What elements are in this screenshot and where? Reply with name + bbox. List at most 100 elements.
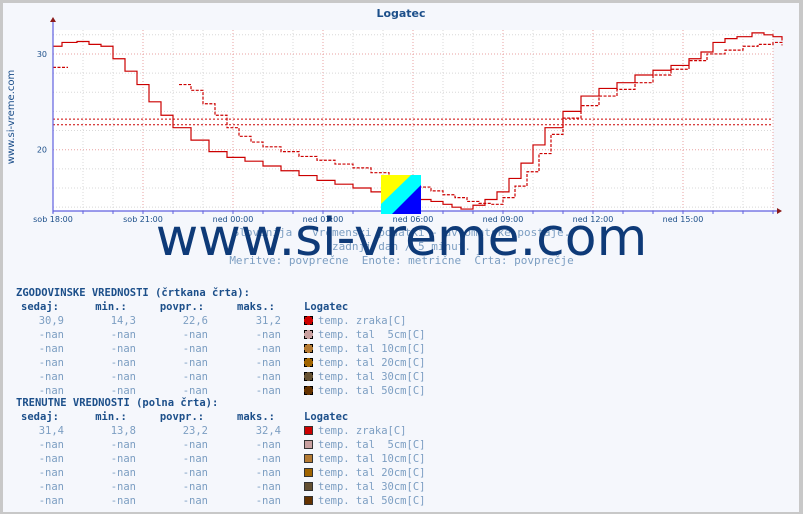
value-cell: -nan (255, 439, 281, 451)
legend-label: temp. tal 10cm[C] (318, 453, 426, 465)
value-cell: -nan (255, 453, 281, 465)
value-cell: -nan (182, 343, 208, 355)
value-cell: -nan (110, 453, 136, 465)
legend-label: temp. tal 10cm[C] (318, 343, 426, 355)
value-cell: -nan (110, 439, 136, 451)
value-cell: 13,8 (110, 425, 136, 437)
legend-item: temp. tal 20cm[C] (304, 466, 425, 480)
value-cell: 32,4 (255, 425, 281, 437)
table-row: -nan -nan -nan -nan temp. tal 10cm[C] (16, 452, 426, 466)
value-cell: 14,3 (110, 315, 136, 327)
y-tick-label: 30 (37, 50, 47, 59)
value-cell: -nan (38, 467, 64, 479)
column-header: maks.: (237, 411, 275, 423)
current-values-table: TRENUTNE VREDNOSTI (polna črta): sedaj: mi… (16, 396, 426, 508)
value-cell: 23,2 (182, 425, 208, 437)
table-row: 31,4 13,8 23,2 32,4 temp. zraka[C] (16, 424, 407, 438)
table-header-row: sedaj: min.: povpr.: maks.: Logatec (16, 410, 348, 424)
column-header: min.: (95, 411, 127, 423)
value-cell: -nan (255, 495, 281, 507)
column-header: sedaj: (21, 411, 59, 423)
value-cell: -nan (255, 343, 281, 355)
legend-item: temp. tal 5cm[C] (304, 438, 425, 452)
table-row: -nan -nan -nan -nan temp. tal 10cm[C] (16, 342, 426, 356)
value-cell: -nan (38, 329, 64, 341)
legend-label: temp. tal 20cm[C] (318, 467, 426, 479)
value-cell: 31,4 (38, 425, 64, 437)
legend-label: temp. tal 50cm[C] (318, 385, 426, 397)
value-cell: -nan (110, 343, 136, 355)
value-cell: 30,9 (38, 315, 64, 327)
y-axis-arrow-icon (50, 17, 56, 22)
value-cell: -nan (255, 329, 281, 341)
column-header: maks.: (237, 301, 275, 313)
legend-item: temp. tal 20cm[C] (304, 356, 425, 370)
value-cell: -nan (182, 467, 208, 479)
value-cell: -nan (38, 357, 64, 369)
table-row: -nan -nan -nan -nan temp. tal 50cm[C] (16, 494, 426, 508)
value-cell: -nan (38, 439, 64, 451)
value-cell: -nan (182, 439, 208, 451)
column-header: min.: (95, 301, 127, 313)
color-swatch-icon (304, 482, 313, 491)
table-row: -nan -nan -nan -nan temp. tal 20cm[C] (16, 356, 426, 370)
table-row: -nan -nan -nan -nan temp. tal 20cm[C] (16, 466, 426, 480)
color-swatch-icon (304, 372, 313, 381)
color-swatch-icon (304, 454, 313, 463)
legend-label: temp. tal 5cm[C] (318, 439, 426, 451)
value-cell: -nan (255, 467, 281, 479)
value-cell: -nan (38, 371, 64, 383)
watermark: www.si-vreme.com (155, 208, 648, 268)
table-header-row: sedaj: min.: povpr.: maks.: Logatec (16, 300, 348, 314)
table-row: -nan -nan -nan -nan temp. tal 30cm[C] (16, 370, 426, 384)
legend-item: temp. zraka[C] (304, 424, 407, 438)
value-cell: -nan (110, 371, 136, 383)
y-axis-ticks: 2030 (37, 50, 47, 155)
value-cell: -nan (38, 495, 64, 507)
color-swatch-icon (304, 496, 313, 505)
y-tick-label: 20 (37, 146, 47, 155)
legend-item: temp. tal 10cm[C] (304, 342, 425, 356)
column-header: povpr.: (159, 301, 205, 313)
column-header: povpr.: (159, 411, 205, 423)
value-cell: -nan (182, 357, 208, 369)
value-cell: -nan (38, 453, 64, 465)
legend-item: temp. tal 50cm[C] (304, 384, 425, 398)
legend-item: temp. tal 30cm[C] (304, 480, 425, 494)
station-name: Logatec (304, 411, 349, 423)
value-cell: -nan (110, 329, 136, 341)
legend-item: temp. tal 5cm[C] (304, 328, 425, 342)
legend-label: temp. zraka[C] (318, 315, 407, 327)
line-chart: Logatec www.si-vreme.com 2030 sob 18:00 s… (6, 7, 783, 224)
legend-label: temp. zraka[C] (318, 425, 407, 437)
side-label: www.si-vreme.com (6, 70, 17, 165)
color-swatch-icon (304, 386, 313, 395)
table-row: 30,9 14,3 22,6 31,2 temp. zraka[C] (16, 314, 407, 328)
value-cell: -nan (182, 495, 208, 507)
value-cell: -nan (255, 385, 281, 397)
value-cell: 22,6 (182, 315, 208, 327)
value-cell: -nan (182, 329, 208, 341)
value-cell: -nan (110, 467, 136, 479)
historical-values-table: ZGODOVINSKE VREDNOSTI (črtkana črta): sed… (16, 286, 426, 398)
table-row: -nan -nan -nan -nan temp. tal 5cm[C] (16, 438, 426, 452)
value-cell: 31,2 (255, 315, 281, 327)
table-row: -nan -nan -nan -nan temp. tal 5cm[C] (16, 328, 426, 342)
column-header: sedaj: (21, 301, 59, 313)
value-cell: -nan (182, 481, 208, 493)
legend-label: temp. tal 20cm[C] (318, 357, 426, 369)
value-cell: -nan (110, 481, 136, 493)
legend-label: temp. tal 50cm[C] (318, 495, 426, 507)
legend-label: temp. tal 30cm[C] (318, 481, 426, 493)
legend-item: temp. tal 30cm[C] (304, 370, 425, 384)
color-swatch-icon (304, 330, 313, 339)
legend-label: temp. tal 30cm[C] (318, 371, 426, 383)
value-cell: -nan (255, 371, 281, 383)
value-cell: -nan (182, 371, 208, 383)
value-cell: -nan (255, 357, 281, 369)
legend-item: temp. tal 50cm[C] (304, 494, 425, 508)
color-swatch-icon (304, 426, 313, 435)
color-swatch-icon (304, 316, 313, 325)
legend-label: temp. tal 5cm[C] (318, 329, 426, 341)
value-cell: -nan (255, 481, 281, 493)
